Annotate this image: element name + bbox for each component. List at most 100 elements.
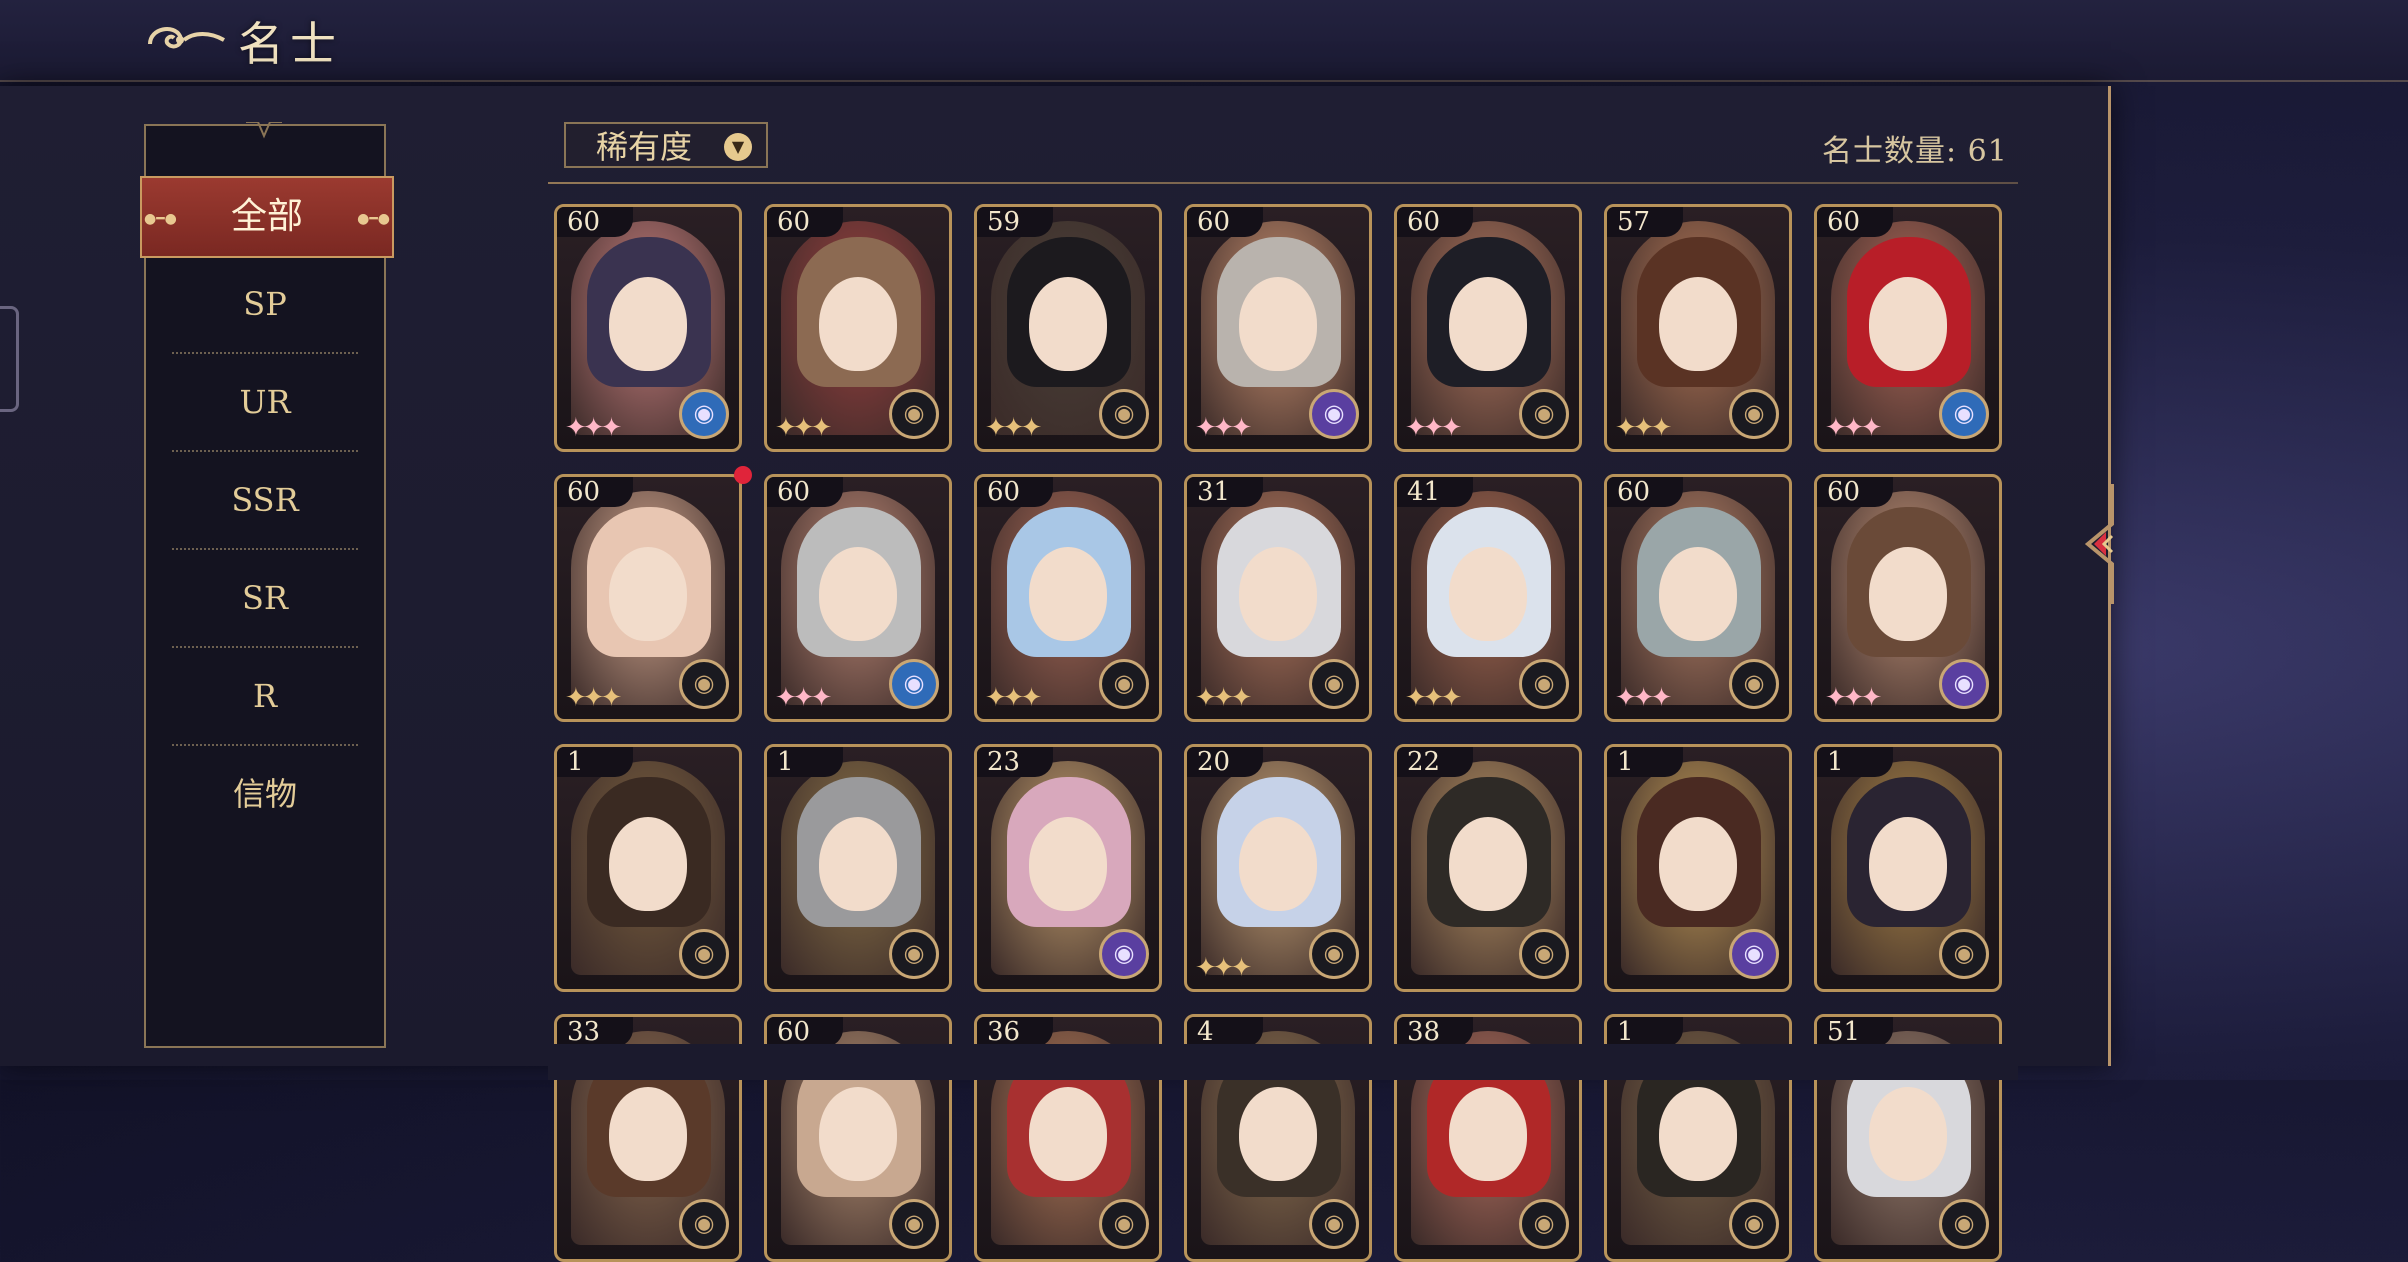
character-card[interactable]: 41 ✦✦✦ ◉ bbox=[1394, 474, 1582, 722]
character-card[interactable]: 60 ✦✦✦ ◉ bbox=[1394, 204, 1582, 452]
character-face bbox=[1239, 547, 1317, 641]
card-level: 60 bbox=[767, 1017, 843, 1047]
faction-emblem-icon: ◉ bbox=[1939, 659, 1989, 709]
character-face bbox=[1869, 817, 1947, 911]
new-indicator-dot bbox=[734, 466, 752, 484]
card-level: 60 bbox=[557, 207, 633, 237]
sparkle-star-icon: ✦✦✦ bbox=[1825, 413, 1882, 443]
character-face bbox=[1869, 277, 1947, 371]
card-level: 60 bbox=[1817, 477, 1893, 507]
character-face bbox=[1449, 817, 1527, 911]
character-face bbox=[1659, 1087, 1737, 1181]
character-card[interactable]: 60 ✦✦✦ ◉ bbox=[1814, 204, 2002, 452]
faction-emblem-icon: ◉ bbox=[1729, 389, 1779, 439]
faction-emblem-icon: ◉ bbox=[1519, 389, 1569, 439]
card-level: 23 bbox=[977, 747, 1053, 777]
card-level: 41 bbox=[1397, 477, 1473, 507]
card-level: 1 bbox=[1607, 1017, 1683, 1047]
faction-emblem-icon: ◉ bbox=[889, 659, 939, 709]
character-card[interactable]: 22 ◉ bbox=[1394, 744, 1582, 992]
card-level: 60 bbox=[977, 477, 1053, 507]
character-face bbox=[1029, 817, 1107, 911]
card-level: 33 bbox=[557, 1017, 633, 1047]
faction-emblem-icon: ◉ bbox=[679, 659, 729, 709]
card-level: 38 bbox=[1397, 1017, 1473, 1047]
card-level: 60 bbox=[767, 477, 843, 507]
faction-emblem-icon: ◉ bbox=[679, 929, 729, 979]
card-level: 36 bbox=[977, 1017, 1053, 1047]
grid-bottom-mask bbox=[548, 1044, 2018, 1080]
sparkle-star-icon: ✦✦✦ bbox=[1615, 413, 1672, 443]
card-level: 60 bbox=[1817, 207, 1893, 237]
character-card[interactable]: 1 ◉ bbox=[1604, 744, 1792, 992]
faction-emblem-icon: ◉ bbox=[1519, 659, 1569, 709]
character-card[interactable]: 20 ✦✦✦ ◉ bbox=[1184, 744, 1372, 992]
faction-emblem-icon: ◉ bbox=[1729, 929, 1779, 979]
character-card[interactable]: 31 ✦✦✦ ◉ bbox=[1184, 474, 1372, 722]
character-face bbox=[1239, 277, 1317, 371]
sparkle-star-icon: ✦✦✦ bbox=[565, 413, 622, 443]
character-face bbox=[1029, 547, 1107, 641]
character-card[interactable]: 60 ✦✦✦ ◉ bbox=[554, 474, 742, 722]
card-level: 4 bbox=[1187, 1017, 1263, 1047]
character-face bbox=[1449, 1087, 1527, 1181]
sparkle-star-icon: ✦✦✦ bbox=[985, 683, 1042, 713]
character-face bbox=[1659, 547, 1737, 641]
card-level: 20 bbox=[1187, 747, 1263, 777]
faction-emblem-icon: ◉ bbox=[679, 1199, 729, 1249]
faction-emblem-icon: ◉ bbox=[679, 389, 729, 439]
card-level: 1 bbox=[1607, 747, 1683, 777]
sparkle-star-icon: ✦✦✦ bbox=[565, 683, 622, 713]
character-face bbox=[1659, 277, 1737, 371]
faction-emblem-icon: ◉ bbox=[1939, 389, 1989, 439]
faction-emblem-icon: ◉ bbox=[1519, 1199, 1569, 1249]
character-face bbox=[1449, 277, 1527, 371]
faction-emblem-icon: ◉ bbox=[1099, 1199, 1149, 1249]
character-card[interactable]: 1 ◉ bbox=[764, 744, 952, 992]
sparkle-star-icon: ✦✦✦ bbox=[1405, 413, 1462, 443]
character-card[interactable]: 60 ✦✦✦ ◉ bbox=[1184, 204, 1372, 452]
faction-emblem-icon: ◉ bbox=[1729, 659, 1779, 709]
character-card[interactable]: 23 ◉ bbox=[974, 744, 1162, 992]
character-face bbox=[1029, 277, 1107, 371]
card-level: 60 bbox=[1397, 207, 1473, 237]
character-card[interactable]: 60 ✦✦✦ ◉ bbox=[764, 474, 952, 722]
faction-emblem-icon: ◉ bbox=[1519, 929, 1569, 979]
character-face bbox=[819, 277, 897, 371]
character-face bbox=[609, 1087, 687, 1181]
character-card[interactable]: 60 ✦✦✦ ◉ bbox=[1604, 474, 1792, 722]
character-card[interactable]: 57 ✦✦✦ ◉ bbox=[1604, 204, 1792, 452]
character-face bbox=[609, 277, 687, 371]
character-face bbox=[819, 547, 897, 641]
faction-emblem-icon: ◉ bbox=[889, 389, 939, 439]
character-face bbox=[609, 817, 687, 911]
sparkle-star-icon: ✦✦✦ bbox=[1195, 953, 1252, 983]
character-card[interactable]: 59 ✦✦✦ ◉ bbox=[974, 204, 1162, 452]
faction-emblem-icon: ◉ bbox=[1099, 929, 1149, 979]
sparkle-star-icon: ✦✦✦ bbox=[1615, 683, 1672, 713]
faction-emblem-icon: ◉ bbox=[1309, 659, 1359, 709]
card-level: 59 bbox=[977, 207, 1053, 237]
faction-emblem-icon: ◉ bbox=[1729, 1199, 1779, 1249]
character-card[interactable]: 60 ✦✦✦ ◉ bbox=[764, 204, 952, 452]
card-level: 1 bbox=[767, 747, 843, 777]
arrow-left-icon[interactable] bbox=[2082, 484, 2124, 604]
faction-emblem-icon: ◉ bbox=[889, 1199, 939, 1249]
sparkle-star-icon: ✦✦✦ bbox=[1195, 413, 1252, 443]
character-card[interactable]: 1 ◉ bbox=[554, 744, 742, 992]
card-level: 22 bbox=[1397, 747, 1473, 777]
character-card[interactable]: 1 ◉ bbox=[1814, 744, 2002, 992]
character-card[interactable]: 60 ✦✦✦ ◉ bbox=[554, 204, 742, 452]
sparkle-star-icon: ✦✦✦ bbox=[775, 413, 832, 443]
character-card[interactable]: 60 ✦✦✦ ◉ bbox=[1814, 474, 2002, 722]
faction-emblem-icon: ◉ bbox=[1099, 389, 1149, 439]
faction-emblem-icon: ◉ bbox=[1309, 1199, 1359, 1249]
character-face bbox=[1659, 817, 1737, 911]
sparkle-star-icon: ✦✦✦ bbox=[1195, 683, 1252, 713]
sparkle-star-icon: ✦✦✦ bbox=[985, 413, 1042, 443]
faction-emblem-icon: ◉ bbox=[1939, 1199, 1989, 1249]
faction-emblem-icon: ◉ bbox=[1309, 929, 1359, 979]
sparkle-star-icon: ✦✦✦ bbox=[775, 683, 832, 713]
character-face bbox=[819, 817, 897, 911]
character-card[interactable]: 60 ✦✦✦ ◉ bbox=[974, 474, 1162, 722]
